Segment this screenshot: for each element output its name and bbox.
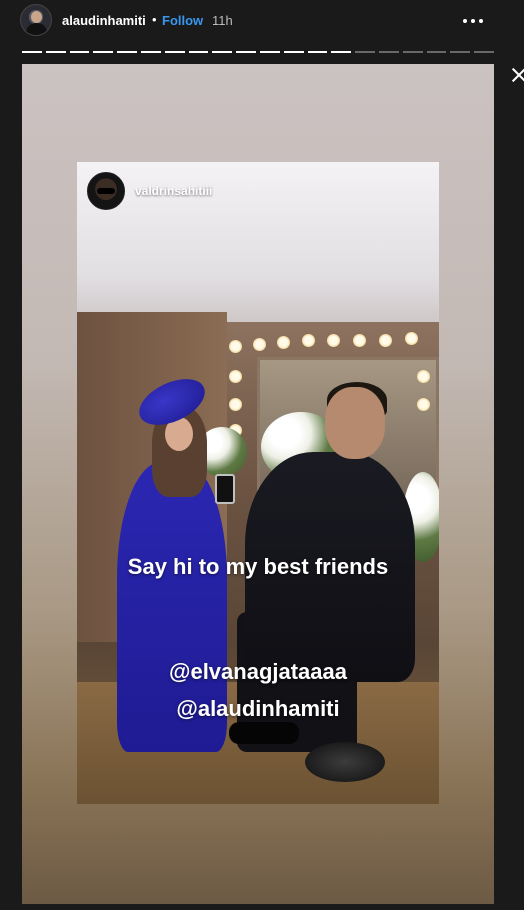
progress-segment [307,51,328,53]
progress-segment [283,51,304,53]
more-options-icon[interactable] [460,11,486,31]
bulb [253,338,266,351]
bulb [405,332,418,345]
progress-segment [259,51,280,53]
follow-button[interactable]: Follow [162,13,203,28]
bulb [417,370,430,383]
story-header: alaudinhamiti • Follow 11h [0,0,524,44]
story-media[interactable]: valdrinsahitiii Say hi to my best friend… [22,64,494,904]
shoe [229,722,299,744]
progress-segment [69,51,90,53]
man-head [325,387,385,459]
progress-segment [93,51,114,53]
progress-segment [164,51,185,53]
progress-segment [426,51,447,53]
bulb [229,370,242,383]
progress-segment [188,51,209,53]
bulb [277,336,290,349]
ceiling [77,162,439,322]
progress-segment [378,51,399,53]
bulb [302,334,315,347]
bulb [229,340,242,353]
progress-segment [212,51,233,53]
progress-segment [117,51,137,53]
dot-3 [479,19,483,23]
embedded-avatar [87,172,125,210]
story-caption: Say hi to my best friends [127,554,389,579]
avatar-face [31,11,42,23]
progress-segment [45,51,66,53]
progress-segment [331,51,352,53]
mention-tag[interactable]: @elvanagjataaaa [77,659,439,685]
separator-dot: • [152,12,157,27]
bulb [353,334,366,347]
embedded-username: valdrinsahitiii [135,184,213,198]
bulb [327,334,340,347]
progress-segment [22,51,42,53]
avatar-suit [26,23,47,35]
dot-1 [463,19,467,23]
dot-2 [471,19,475,23]
progress-segment [474,51,494,53]
embedded-story-frame: valdrinsahitiii Say hi to my best friend… [77,162,439,804]
story-progress-bar [22,51,494,54]
stool [305,742,385,782]
username[interactable]: alaudinhamiti [62,13,146,28]
progress-segment [355,51,375,53]
avatar[interactable] [20,4,52,36]
timestamp: 11h [212,13,233,28]
bulb [229,398,242,411]
mention-tag[interactable]: @alaudinhamiti [77,696,439,722]
progress-segment [140,51,161,53]
progress-segment [450,51,471,53]
bulb [379,334,392,347]
progress-segment [402,51,423,53]
microphone [215,474,235,504]
progress-segment [236,51,256,53]
bulb [417,398,430,411]
close-icon[interactable] [510,66,524,84]
